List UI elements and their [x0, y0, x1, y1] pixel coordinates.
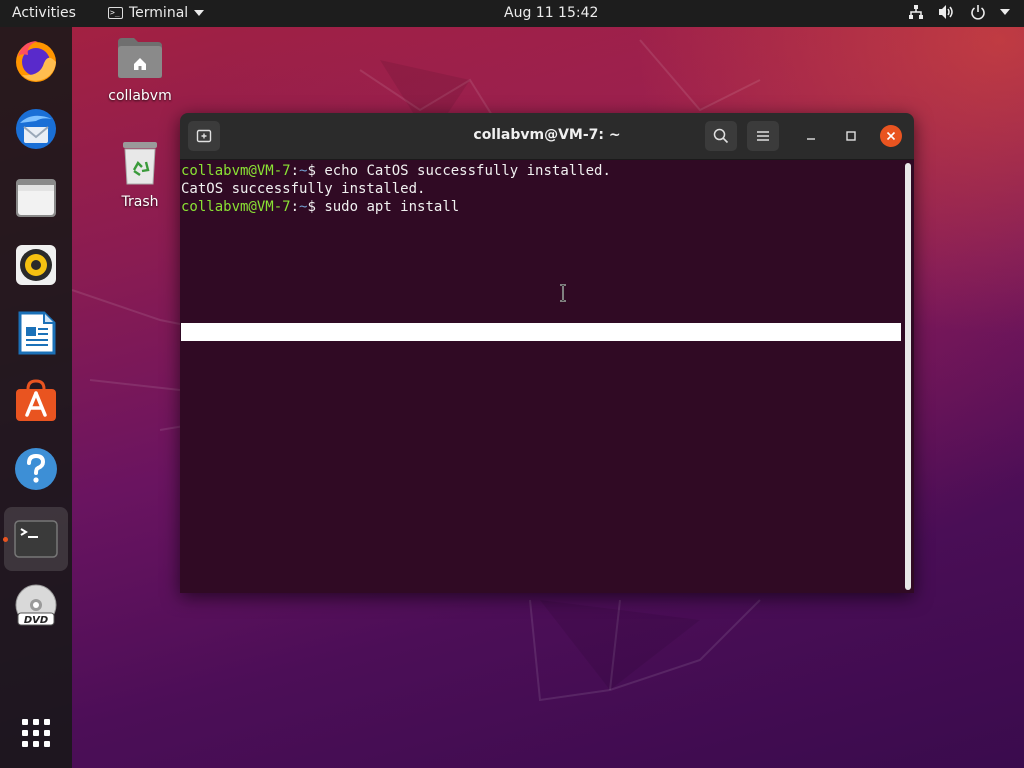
- terminal-icon: [14, 520, 58, 558]
- text-cursor-icon: [560, 284, 566, 302]
- chevron-down-icon: [1000, 9, 1010, 15]
- dock-item-thunderbird[interactable]: [12, 105, 60, 153]
- running-indicator: [3, 537, 8, 542]
- help-icon: [15, 448, 57, 490]
- dvd-icon: DVD: [15, 584, 57, 626]
- terminal-line: collabvm@VM-7:~$ echo CatOS successfully…: [181, 162, 611, 180]
- home-folder-icon: [118, 38, 162, 78]
- search-icon: [713, 128, 729, 144]
- prompt-user: collabvm@VM-7: [181, 199, 291, 215]
- firefox-icon: [16, 41, 56, 82]
- chevron-down-icon: [194, 10, 205, 16]
- scrollbar[interactable]: [905, 163, 911, 590]
- minimize-icon: [807, 138, 815, 140]
- trash-icon: [123, 142, 157, 185]
- command-text: echo CatOS successfully installed.: [315, 163, 611, 179]
- dock-item-rhythmbox[interactable]: [12, 241, 60, 289]
- app-menu-label: Terminal: [129, 5, 189, 21]
- dock-item-terminal[interactable]: [12, 515, 60, 563]
- dock-item-software[interactable]: [12, 377, 60, 425]
- prompt-separator: :: [290, 199, 300, 215]
- prompt-user: collabvm@VM-7: [181, 163, 291, 179]
- menu-button[interactable]: [747, 121, 779, 151]
- writer-icon: [18, 311, 56, 355]
- search-button[interactable]: [705, 121, 737, 151]
- dock: DVD: [0, 27, 72, 768]
- dock-item-files[interactable]: [12, 173, 60, 221]
- terminal-line: CatOS successfully installed.: [181, 180, 425, 198]
- rhythmbox-icon: [16, 245, 56, 285]
- app-menu[interactable]: >_ Terminal: [108, 5, 205, 21]
- highlighted-line: [181, 323, 901, 341]
- desktop-icon-trash[interactable]: Trash: [95, 140, 185, 210]
- maximize-button[interactable]: [836, 121, 866, 151]
- power-icon: [971, 5, 985, 20]
- software-store-icon: [16, 379, 56, 421]
- system-tray[interactable]: [908, 4, 1010, 20]
- desktop-icon-label: collabvm: [108, 88, 172, 104]
- files-icon: [16, 179, 56, 217]
- desktop-icon-label: Trash: [121, 194, 159, 210]
- dock-item-help[interactable]: [12, 445, 60, 493]
- volume-icon: [939, 5, 953, 19]
- dock-item-firefox[interactable]: [12, 37, 60, 85]
- prompt-symbol: $: [307, 199, 316, 215]
- dock-item-writer[interactable]: [12, 309, 60, 357]
- show-applications-button[interactable]: [12, 709, 60, 757]
- maximize-icon: [846, 131, 856, 141]
- hamburger-menu-icon: [757, 131, 769, 141]
- terminal-app-icon: >_: [108, 7, 123, 19]
- command-text: sudo apt install: [315, 199, 460, 215]
- network-icon: [909, 5, 923, 19]
- thunderbird-icon: [16, 109, 56, 149]
- activities-button[interactable]: Activities: [12, 5, 76, 21]
- output-text: CatOS successfully installed.: [181, 181, 426, 197]
- terminal-window[interactable]: collabvm@VM-7: ~ collabvm@VM-7:~$ echo C…: [180, 113, 914, 593]
- terminal-output[interactable]: collabvm@VM-7:~$ echo CatOS successfully…: [180, 160, 914, 593]
- close-button[interactable]: [880, 125, 902, 147]
- clock[interactable]: Aug 11 15:42: [504, 5, 598, 21]
- desktop-icon-home[interactable]: collabvm: [95, 36, 185, 104]
- dock-item-dvd[interactable]: DVD: [12, 583, 60, 631]
- prompt-symbol: $: [307, 163, 316, 179]
- minimize-button[interactable]: [796, 121, 826, 151]
- top-bar: Activities >_ Terminal Aug 11 15:42: [0, 0, 1024, 27]
- app-grid-icon: [22, 719, 50, 747]
- window-titlebar[interactable]: collabvm@VM-7: ~: [180, 113, 914, 160]
- terminal-line: collabvm@VM-7:~$ sudo apt install: [181, 198, 459, 216]
- prompt-separator: :: [290, 163, 300, 179]
- close-icon: [886, 131, 896, 141]
- dvd-label: DVD: [24, 615, 48, 626]
